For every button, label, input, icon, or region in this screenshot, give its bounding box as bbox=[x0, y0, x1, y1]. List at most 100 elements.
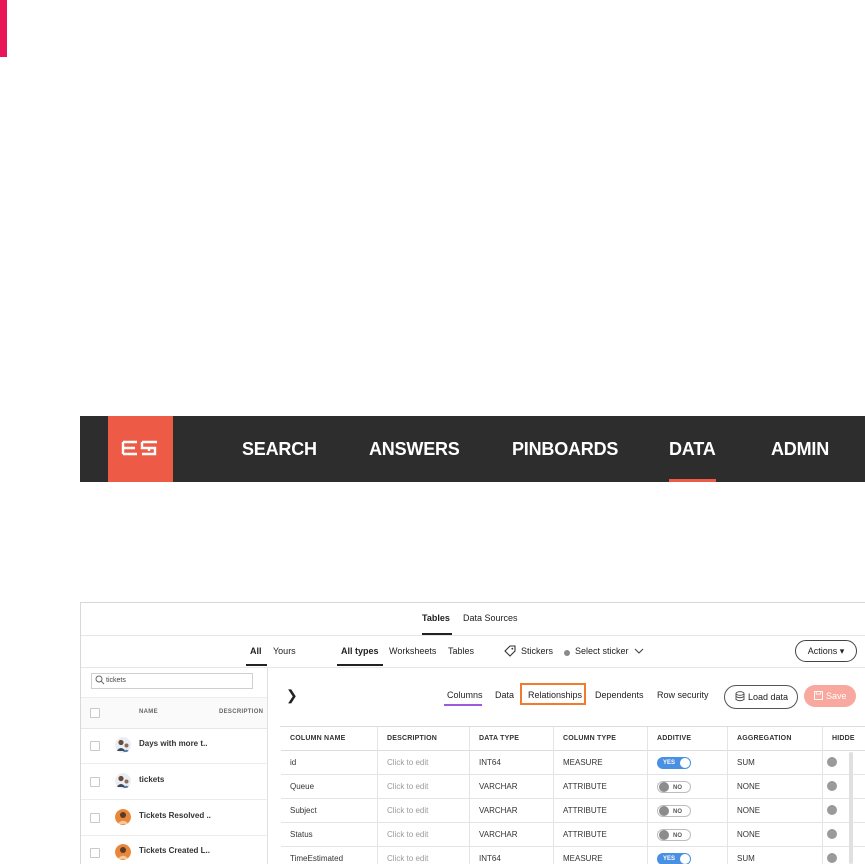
logo-icon bbox=[121, 440, 157, 456]
sticker-dot-icon bbox=[564, 650, 570, 656]
cell-additive: YES bbox=[648, 847, 728, 864]
list-item[interactable]: Tickets Resolved .. bbox=[81, 800, 267, 836]
cell-description[interactable]: Click to edit bbox=[378, 799, 470, 823]
additive-toggle[interactable]: NO bbox=[657, 781, 691, 793]
top-navbar: SEARCH ANSWERS PINBOARDS DATA ADMIN bbox=[80, 416, 865, 482]
list-item[interactable]: Tickets Created L.. bbox=[81, 835, 267, 864]
cell-name: TimeEstimated bbox=[281, 847, 378, 864]
database-icon bbox=[735, 691, 745, 702]
nav-answers[interactable]: ANSWERS bbox=[369, 416, 460, 482]
expand-chevron-icon[interactable]: ❯ bbox=[286, 687, 298, 704]
hidden-toggle[interactable] bbox=[827, 805, 837, 815]
cell-description[interactable]: Click to edit bbox=[378, 847, 470, 864]
toggle-knob bbox=[680, 758, 690, 768]
cell-aggregation: SUM bbox=[728, 751, 823, 775]
filter-tables[interactable]: Tables bbox=[448, 646, 474, 656]
sidebar: tickets NAME DESCRIPTION Days with more … bbox=[81, 668, 268, 864]
save-button[interactable]: Save bbox=[804, 685, 856, 707]
tab-relationships[interactable]: Relationships bbox=[528, 690, 582, 700]
cell-column-type: MEASURE bbox=[554, 847, 648, 864]
toggle-label: YES bbox=[663, 760, 676, 766]
th-column-name[interactable]: COLUMN NAME bbox=[281, 727, 378, 751]
cell-hidden bbox=[823, 751, 865, 775]
additive-toggle[interactable]: NO bbox=[657, 805, 691, 817]
cell-name: Status bbox=[281, 823, 378, 847]
additive-toggle[interactable]: NO bbox=[657, 829, 691, 841]
cell-aggregation: NONE bbox=[728, 823, 823, 847]
cell-aggregation: NONE bbox=[728, 799, 823, 823]
hidden-toggle[interactable] bbox=[827, 853, 837, 863]
table-scrollbar[interactable] bbox=[849, 752, 853, 864]
filter-all-types[interactable]: All types bbox=[341, 646, 379, 656]
cell-name: Subject bbox=[281, 799, 378, 823]
filter-worksheets[interactable]: Worksheets bbox=[389, 646, 436, 656]
nav-admin[interactable]: ADMIN bbox=[771, 416, 829, 482]
tab-columns[interactable]: Columns bbox=[447, 690, 483, 700]
additive-toggle[interactable]: YES bbox=[657, 853, 691, 864]
additive-toggle[interactable]: YES bbox=[657, 757, 691, 769]
tab-data-sources[interactable]: Data Sources bbox=[463, 613, 518, 623]
tab-tables[interactable]: Tables bbox=[422, 613, 450, 623]
nav-active-indicator bbox=[669, 479, 716, 482]
cell-description[interactable]: Click to edit bbox=[378, 823, 470, 847]
th-description[interactable]: DESCRIPTION bbox=[378, 727, 470, 751]
select-all-checkbox[interactable] bbox=[90, 708, 100, 718]
nav-pinboards[interactable]: PINBOARDS bbox=[512, 416, 618, 482]
list-item[interactable]: Days with more t.. bbox=[81, 728, 267, 764]
th-hidden[interactable]: HIDDE bbox=[823, 727, 865, 751]
tab-active-indicator bbox=[422, 633, 452, 635]
cell-column-type: ATTRIBUTE bbox=[554, 775, 648, 799]
cell-data-type: INT64 bbox=[470, 751, 554, 775]
thoughtspot-logo[interactable] bbox=[108, 416, 173, 482]
filter-all[interactable]: All bbox=[250, 646, 262, 656]
row-checkbox[interactable] bbox=[90, 848, 100, 858]
load-data-button[interactable]: Load data bbox=[724, 685, 798, 709]
filter-yours[interactable]: Yours bbox=[273, 646, 296, 656]
select-sticker-dropdown[interactable]: Select sticker bbox=[575, 646, 629, 656]
hidden-toggle[interactable] bbox=[827, 757, 837, 767]
nav-data[interactable]: DATA bbox=[669, 416, 716, 482]
tab-data[interactable]: Data bbox=[495, 690, 514, 700]
chevron-down-icon[interactable] bbox=[634, 646, 644, 656]
row-checkbox[interactable] bbox=[90, 813, 100, 823]
cell-column-type: ATTRIBUTE bbox=[554, 799, 648, 823]
th-column-type[interactable]: COLUMN TYPE bbox=[554, 727, 648, 751]
th-aggregation[interactable]: AGGREGATION bbox=[728, 727, 823, 751]
data-panel: Tables Data Sources All Yours All types … bbox=[80, 602, 865, 864]
search-input[interactable]: tickets bbox=[91, 673, 253, 689]
toggle-label: NO bbox=[673, 809, 682, 815]
hidden-toggle[interactable] bbox=[827, 781, 837, 791]
hidden-toggle[interactable] bbox=[827, 829, 837, 839]
row-checkbox[interactable] bbox=[90, 777, 100, 787]
tab-dependents[interactable]: Dependents bbox=[595, 690, 644, 700]
filter-all-types-underline bbox=[337, 664, 383, 666]
item-name: Days with more t.. bbox=[139, 739, 208, 748]
filter-all-underline bbox=[246, 664, 267, 666]
save-label: Save bbox=[826, 691, 847, 701]
columns-table: COLUMN NAME DESCRIPTION DATA TYPE COLUMN… bbox=[280, 726, 865, 864]
cell-description[interactable]: Click to edit bbox=[378, 751, 470, 775]
nav-search[interactable]: SEARCH bbox=[242, 416, 317, 482]
item-name: Tickets Created L.. bbox=[139, 846, 210, 855]
th-data-type[interactable]: DATA TYPE bbox=[470, 727, 554, 751]
tag-icon bbox=[504, 645, 516, 657]
cell-column-type: ATTRIBUTE bbox=[554, 823, 648, 847]
top-tabs-bar: Tables Data Sources bbox=[81, 603, 865, 636]
cell-data-type: VARCHAR bbox=[470, 799, 554, 823]
cell-hidden bbox=[823, 799, 865, 823]
th-additive[interactable]: ADDITIVE bbox=[648, 727, 728, 751]
tab-columns-underline bbox=[444, 704, 482, 706]
stickers-label[interactable]: Stickers bbox=[521, 646, 553, 656]
cell-description[interactable]: Click to edit bbox=[378, 775, 470, 799]
user-avatar-icon bbox=[115, 809, 131, 825]
cell-hidden bbox=[823, 847, 865, 864]
item-name: tickets bbox=[139, 775, 165, 784]
row-checkbox[interactable] bbox=[90, 741, 100, 751]
list-item[interactable]: tickets bbox=[81, 764, 267, 800]
cell-additive: NO bbox=[648, 799, 728, 823]
toggle-label: NO bbox=[673, 833, 682, 839]
tab-row-security[interactable]: Row security bbox=[657, 690, 709, 700]
item-name: Tickets Resolved .. bbox=[139, 811, 211, 820]
toggle-knob bbox=[659, 830, 669, 840]
actions-button[interactable]: Actions ▾ bbox=[795, 640, 857, 662]
